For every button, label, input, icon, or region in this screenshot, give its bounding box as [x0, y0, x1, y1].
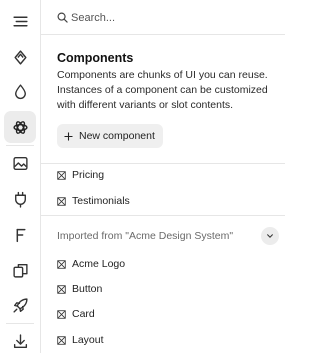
component-icon: [57, 309, 66, 319]
collapse-section-button[interactable]: [261, 227, 279, 245]
rail-divider: [6, 323, 34, 324]
components-app: Components Components are chunks of UI y…: [0, 0, 285, 353]
menu-icon: [12, 16, 28, 26]
component-icon: [57, 259, 66, 269]
component-item-card[interactable]: Card: [57, 306, 95, 322]
diamond-icon: [13, 49, 27, 65]
component-item-label: Card: [72, 308, 95, 320]
components-intro: Components Components are chunks of UI y…: [57, 50, 283, 113]
components-panel: Components Components are chunks of UI y…: [41, 0, 285, 353]
styles-button[interactable]: [4, 75, 36, 107]
search-icon: [57, 12, 68, 23]
component-item-label: Acme Logo: [72, 258, 126, 270]
plus-icon: [64, 131, 73, 141]
components-button[interactable]: [4, 111, 36, 143]
search-input[interactable]: [71, 9, 271, 27]
menu-button[interactable]: [4, 5, 36, 37]
drop-icon: [14, 83, 26, 99]
new-component-button[interactable]: New component: [57, 124, 163, 148]
section-divider: [41, 163, 285, 164]
font-icon: [16, 228, 25, 242]
rail-divider: [6, 145, 34, 146]
component-item-label: Testimonials: [72, 195, 130, 207]
plugin-icon: [14, 191, 26, 208]
component-item-label: Button: [72, 283, 103, 295]
imported-section-label: Imported from "Acme Design System": [57, 230, 234, 242]
layers-icon: [12, 263, 28, 278]
image-icon: [12, 156, 28, 170]
component-item-button[interactable]: Button: [57, 281, 102, 297]
fonts-button[interactable]: [4, 219, 36, 251]
panel-description: Components are chunks of UI you can reus…: [57, 69, 268, 111]
section-divider: [41, 215, 285, 216]
component-icon: [57, 170, 66, 180]
assets-button[interactable]: [4, 147, 36, 179]
layouts-button[interactable]: [4, 254, 36, 286]
plugins-button[interactable]: [4, 183, 36, 215]
component-item-layout[interactable]: Layout: [57, 332, 104, 348]
component-item-acme-logo[interactable]: Acme Logo: [57, 256, 125, 272]
search-bar: [41, 0, 285, 35]
export-button[interactable]: [4, 325, 36, 353]
imported-section-header[interactable]: Imported from "Acme Design System": [57, 227, 283, 245]
left-rail: [0, 0, 41, 353]
design-tools-button[interactable]: [4, 41, 36, 73]
component-item-label: Layout: [72, 334, 104, 346]
chevron-down-icon: [267, 234, 273, 238]
component-icon: [57, 196, 66, 206]
component-item-testimonials[interactable]: Testimonials: [57, 193, 130, 209]
component-item-pricing[interactable]: Pricing: [57, 167, 104, 183]
components-icon: [12, 120, 28, 134]
new-component-label: New component: [79, 130, 155, 142]
panel-title: Components: [57, 51, 134, 65]
rocket-icon: [12, 297, 28, 313]
component-item-label: Pricing: [72, 169, 105, 181]
download-icon: [13, 333, 27, 348]
component-icon: [57, 284, 66, 294]
publish-button[interactable]: [4, 289, 36, 321]
component-icon: [57, 335, 66, 345]
